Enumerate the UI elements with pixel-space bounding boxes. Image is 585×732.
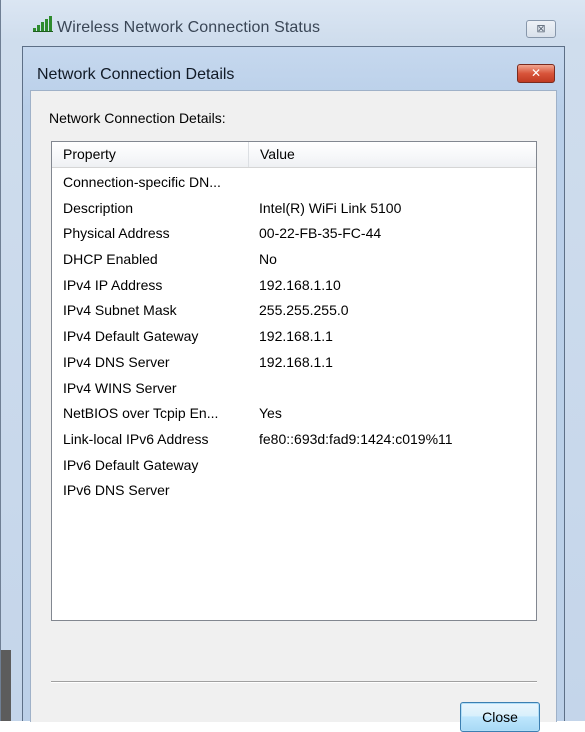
property-cell: IPv4 IP Address [63, 276, 163, 293]
list-item[interactable]: Connection-specific DN... [52, 170, 536, 196]
value-cell: Intel(R) WiFi Link 5100 [259, 199, 402, 216]
column-header-value[interactable]: Value [249, 142, 536, 167]
list-item[interactable]: IPv4 Default Gateway 192.168.1.1 [52, 324, 536, 350]
dialog-client-area: Network Connection Details: Property Val… [30, 90, 557, 732]
property-cell: IPv6 Default Gateway [63, 456, 199, 473]
outer-titlebar[interactable]: Wireless Network Connection Status ⊠ [1, 0, 585, 44]
outer-close-button[interactable]: ⊠ [526, 20, 556, 38]
wireless-signal-icon [33, 16, 53, 32]
property-cell: NetBIOS over Tcpip En... [63, 405, 219, 422]
details-listview[interactable]: Property Value Connection-specific DN...… [51, 141, 537, 621]
list-item[interactable]: IPv6 DNS Server [52, 478, 536, 504]
close-icon: ✕ [530, 66, 542, 80]
list-item[interactable]: Description Intel(R) WiFi Link 5100 [52, 196, 536, 222]
value-cell: Yes [259, 405, 282, 422]
property-cell: IPv4 Default Gateway [63, 328, 199, 345]
network-details-dialog: Network Connection Details ✕ Network Con… [22, 46, 565, 732]
list-item[interactable]: IPv4 WINS Server [52, 376, 536, 402]
details-label: Network Connection Details: [49, 110, 226, 126]
list-item[interactable]: Physical Address 00-22-FB-35-FC-44 [52, 221, 536, 247]
dialog-close-button[interactable]: ✕ [517, 64, 555, 83]
property-cell: IPv4 WINS Server [63, 379, 177, 396]
list-item[interactable]: DHCP Enabled No [52, 247, 536, 273]
value-cell: 255.255.255.0 [259, 302, 349, 319]
property-cell: Link-local IPv6 Address [63, 430, 209, 447]
property-cell: IPv4 DNS Server [63, 353, 170, 370]
list-item[interactable]: Link-local IPv6 Address fe80::693d:fad9:… [52, 427, 536, 453]
property-cell: IPv4 Subnet Mask [63, 302, 177, 319]
value-cell: 192.168.1.1 [259, 328, 333, 345]
list-item[interactable]: IPv4 DNS Server 192.168.1.1 [52, 350, 536, 376]
dialog-title: Network Connection Details [37, 66, 235, 83]
list-item[interactable]: IPv6 Default Gateway [52, 453, 536, 479]
background-window-edge [1, 650, 11, 721]
close-button[interactable]: Close [460, 702, 540, 732]
listview-header: Property Value [52, 142, 536, 168]
value-cell: 192.168.1.10 [259, 276, 341, 293]
outer-window-title: Wireless Network Connection Status [57, 19, 321, 36]
list-item[interactable]: IPv4 Subnet Mask 255.255.255.0 [52, 298, 536, 324]
dialog-titlebar[interactable]: Network Connection Details ✕ [23, 47, 564, 87]
close-icon: ⊠ [536, 23, 546, 35]
property-cell: Description [63, 199, 134, 216]
value-cell: 00-22-FB-35-FC-44 [259, 225, 382, 242]
value-cell: No [259, 251, 277, 268]
list-item[interactable]: IPv4 IP Address 192.168.1.10 [52, 273, 536, 299]
value-cell: 192.168.1.1 [259, 353, 333, 370]
property-cell: DHCP Enabled [63, 251, 158, 268]
property-cell: Physical Address [63, 225, 170, 242]
property-cell: IPv6 DNS Server [63, 482, 170, 499]
list-item[interactable]: NetBIOS over Tcpip En... Yes [52, 401, 536, 427]
listview-rows: Connection-specific DN... Description In… [52, 170, 536, 504]
value-cell: fe80::693d:fad9:1424:c019%11 [259, 430, 453, 447]
column-header-property[interactable]: Property [52, 142, 249, 167]
separator [51, 681, 537, 683]
property-cell: Connection-specific DN... [63, 174, 221, 190]
